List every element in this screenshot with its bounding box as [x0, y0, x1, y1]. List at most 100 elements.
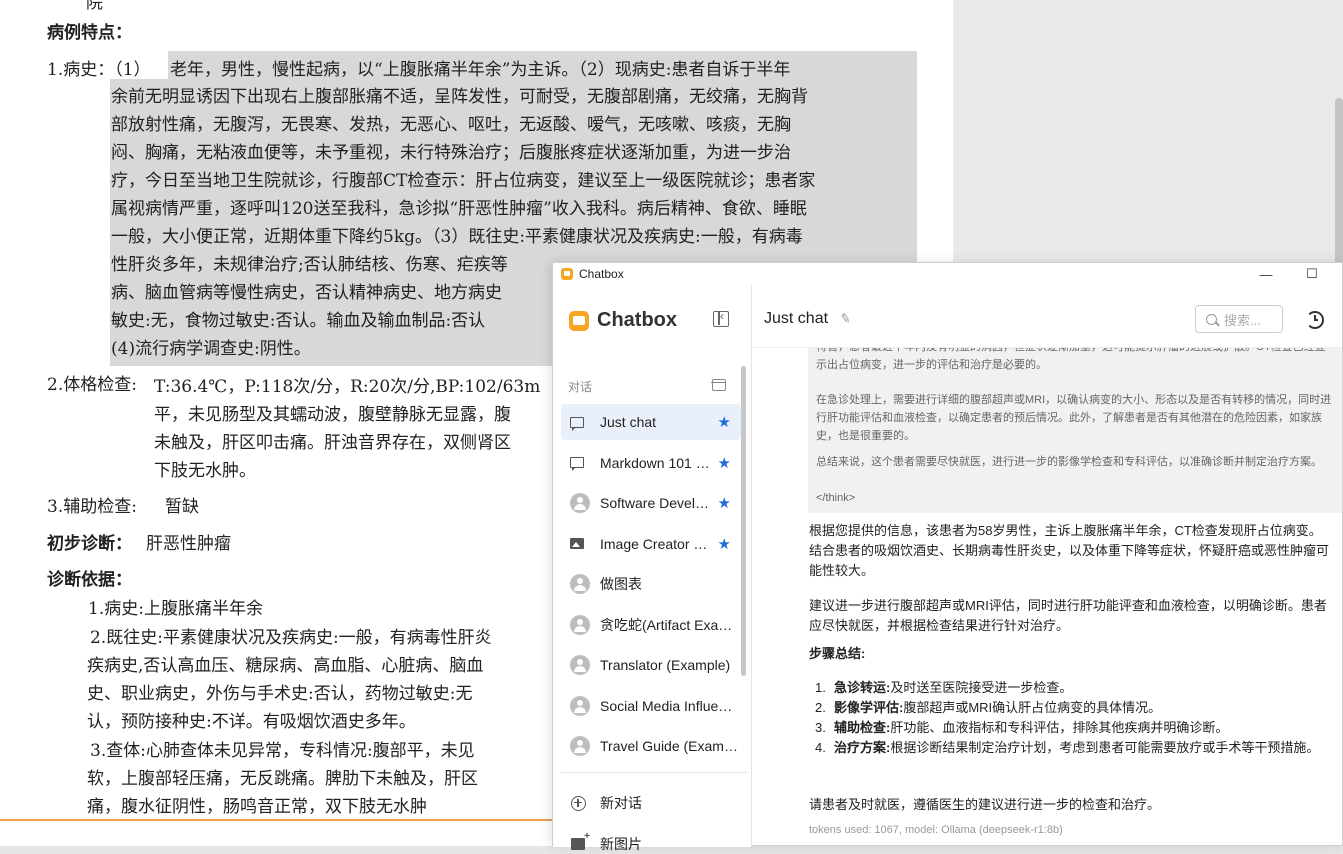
exam-line: T:36.4℃，P:118次/分，R:20次/分,BP:102/63m	[154, 377, 541, 397]
conversation-label: Software Developer (Example)	[600, 495, 710, 511]
chatbox-logo-icon	[569, 310, 589, 331]
step-item: 3. 辅助检查:肝功能、血液指标和专科评估，排除其他疾病并明确诊断。	[809, 718, 1331, 738]
brand: Chatbox	[569, 309, 677, 332]
conversation-item[interactable]: Travel Guide (Example)	[561, 728, 741, 764]
avatar-icon	[570, 614, 590, 635]
new-chat-label: 新对话	[600, 795, 642, 811]
conversation-item[interactable]: Translator (Example)	[561, 647, 741, 683]
history-line: 余前无明显诱因下出现右上腹部胀痛不适，呈阵发性，可耐受，无腹部剧痛，无绞痛，无胸…	[111, 87, 808, 107]
window-title: Chatbox	[579, 267, 624, 281]
step-item: 2. 影像学评估:腹部超声或MRI确认肝占位病变的具体情况。	[809, 698, 1331, 718]
step-text: 肝功能、血液指标和专科评估，排除其他疾病并明确诊断。	[890, 720, 1229, 735]
new-chat-button[interactable]: 新对话	[571, 793, 642, 813]
exam-line: 未触及，肝区叩击痛。肝浊音界存在，双侧肾区	[154, 433, 511, 453]
history-line: 病、脑血管病等慢性病史，否认精神病史、地方病史	[111, 283, 502, 303]
doc-top-fragment: 院	[86, 0, 103, 13]
sidebar-scrollbar[interactable]	[741, 366, 746, 676]
aux-value: 暂缺	[165, 497, 199, 517]
star-icon[interactable]: ★	[718, 413, 731, 431]
chat-title: Just chat	[764, 310, 829, 327]
chat-header: Just chat ✎ 搜索...	[752, 285, 1342, 348]
basis-line: 2.既往史:平素健康状况及疾病史:一般，有病毒性肝炎	[90, 628, 492, 648]
aux-prefix: 3.辅助检查:	[47, 497, 137, 517]
conversation-label: Travel Guide (Example)	[600, 738, 738, 754]
think-paragraph: 总结来说，这个患者需要尽快就医，进行进一步的影像学检查和专科评估，以准确诊断并制…	[816, 456, 1322, 468]
basis-line: 1.病史:上腹胀痛半年余	[88, 599, 263, 619]
message-meta: tokens used: 1067, model: Ollama (deepse…	[809, 824, 1063, 836]
avatar-icon	[570, 493, 590, 513]
conversation-item[interactable]: Social Media Influencer (Example)	[561, 688, 741, 724]
conversation-item[interactable]: Just chat ★	[561, 404, 741, 440]
step-item: 4. 治疗方案:根据诊断结果制定治疗计划，考虑到患者可能需要放疗或手术等干预措施…	[809, 738, 1331, 758]
new-image-button[interactable]: 新图片	[571, 831, 642, 854]
steps-list: 1. 急诊转运:及时送至医院接受进一步检查。 2. 影像学评估:腹部超声或MRI…	[809, 678, 1331, 758]
think-paragraph: 特管，患者最近半年内没有明显的病因，但症状逐渐加重，这可能提示肿瘤的进展或扩散。…	[816, 348, 1326, 371]
page-bottom-rule	[0, 819, 560, 821]
basis-line: 认，预防接种史:不详。有吸烟饮酒史多年。	[87, 712, 416, 732]
history-line: (4)流行病学调查史:阴性。	[111, 339, 311, 359]
sidebar: Chatbox 对话 Just chat ★ Markdown 101 (Exa…	[553, 285, 752, 852]
archive-icon[interactable]	[711, 379, 726, 391]
history-line: 敏史:无，食物过敏史:否认。输血及输血制品:否认	[111, 311, 486, 331]
star-icon[interactable]: ★	[718, 494, 731, 512]
collapse-sidebar-icon[interactable]	[713, 309, 729, 327]
message-paragraph: 根据您提供的信息，该患者为58岁男性，主诉上腹胀痛半年余，CT检查发现肝占位病变…	[809, 523, 1330, 578]
diagnosis-label: 初步诊断：	[47, 534, 132, 554]
star-icon[interactable]: ★	[718, 454, 731, 472]
history-line: 部放射性痛，无腹泻，无畏寒、发热，无恶心、呕吐，无返酸、嗳气，无咳嗽、咳痰，无胸	[111, 115, 791, 135]
chatbox-window: Chatbox — ☐ Chatbox 对话 Just chat ★ Markd…	[552, 262, 1343, 852]
think-end-tag: </think>	[816, 492, 856, 504]
maximize-button[interactable]: ☐	[1289, 263, 1335, 285]
history-line: 老年，男性，慢性起病，以“上腹胀痛半年余”为主诉。（2）现病史:患者自诉于半年	[170, 60, 791, 80]
conversation-label: Just chat	[600, 414, 657, 430]
message-paragraph: 请患者及时就医，遵循医生的建议进行进一步的检查和治疗。	[809, 797, 1161, 812]
message-list: 特管，患者最近半年内没有明显的病因，但症状逐渐加重，这可能提示肿瘤的进展或扩散。…	[752, 348, 1342, 847]
conversation-label: 做图表	[600, 576, 642, 592]
step-title: 影像学评估:	[834, 700, 904, 715]
section-label: 对话	[568, 380, 593, 394]
basis-line: 3.查体:心肺查体未见异常，专科情况:腹部平，未见	[90, 741, 475, 761]
step-item: 1. 急诊转运:及时送至医院接受进一步检查。	[809, 678, 1331, 698]
history-line: 性肝炎多年，未规律治疗;否认肺结核、伤寒、疟疾等	[111, 255, 508, 275]
step-number: 3.	[815, 720, 826, 735]
conversation-item[interactable]: Image Creator (Example) ★	[561, 526, 741, 562]
think-block: 特管，患者最近半年内没有明显的病因，但症状逐渐加重，这可能提示肿瘤的进展或扩散。…	[808, 348, 1342, 513]
minimize-button[interactable]: —	[1243, 263, 1289, 285]
star-icon[interactable]: ★	[718, 535, 731, 553]
app-icon	[561, 268, 573, 280]
conversation-label: 贪吃蛇(Artifact Example)	[600, 616, 738, 633]
edit-title-icon[interactable]: ✎	[839, 310, 852, 328]
avatar-icon	[570, 574, 590, 594]
title-bar[interactable]: Chatbox — ☐	[553, 263, 1342, 285]
history-line: 闷、胸痛，无粘液血便等，未予重视，未行特殊治疗；后腹胀疼症状逐渐加重，为进一步治	[111, 143, 791, 163]
step-text: 及时送至医院接受进一步检查。	[890, 680, 1073, 695]
brand-name: Chatbox	[597, 309, 677, 331]
diagnosis-value: 肝恶性肿瘤	[146, 534, 231, 554]
step-text: 根据诊断结果制定治疗计划，考虑到患者可能需要放疗或手术等干预措施。	[890, 740, 1320, 755]
exam-prefix: 2.体格检查:	[47, 375, 137, 395]
step-number: 2.	[815, 700, 826, 715]
conversation-item[interactable]: 做图表	[561, 566, 741, 602]
plus-circle-icon	[571, 795, 586, 811]
conversation-label: Image Creator (Example)	[600, 535, 710, 552]
conversation-item[interactable]: 贪吃蛇(Artifact Example)	[561, 607, 741, 643]
history-line: 一般，大小便正常，近期体重下降约5kg。（3）既往史:平素健康状况及疾病史:一般…	[111, 227, 803, 247]
search-input[interactable]: 搜索...	[1195, 305, 1283, 333]
steps-heading: 步骤总结:	[809, 646, 866, 661]
avatar-icon	[570, 655, 590, 675]
sidebar-divider	[561, 772, 747, 773]
conversation-item[interactable]: Markdown 101 (Example) ★	[561, 445, 741, 481]
conversation-label: Translator (Example)	[600, 657, 731, 673]
section-title: 病例特点：	[47, 23, 132, 43]
step-text: 腹部超声或MRI确认肝占位病变的具体情况。	[903, 700, 1162, 715]
chat-bubble-icon	[570, 457, 584, 471]
exam-line: 下肢无水肿。	[154, 461, 256, 481]
chat-panel: Just chat ✎ 搜索... 特管，患者最近半年内没有明显的病因，但症状逐…	[752, 285, 1342, 847]
conversation-item[interactable]: Software Developer (Example) ★	[561, 485, 741, 521]
step-title: 辅助检查:	[834, 720, 891, 735]
history-icon[interactable]	[1306, 311, 1324, 329]
search-placeholder: 搜索...	[1224, 312, 1261, 328]
exam-line: 平，未见肠型及其蠕动波，腹壁静脉无显露，腹	[154, 405, 511, 425]
basis-line: 痛，腹水征阴性，肠鸣音正常，双下肢无水肿	[87, 797, 427, 817]
basis-line: 软，上腹部轻压痛，无反跳痛。脾肋下未触及，肝区	[87, 769, 478, 789]
